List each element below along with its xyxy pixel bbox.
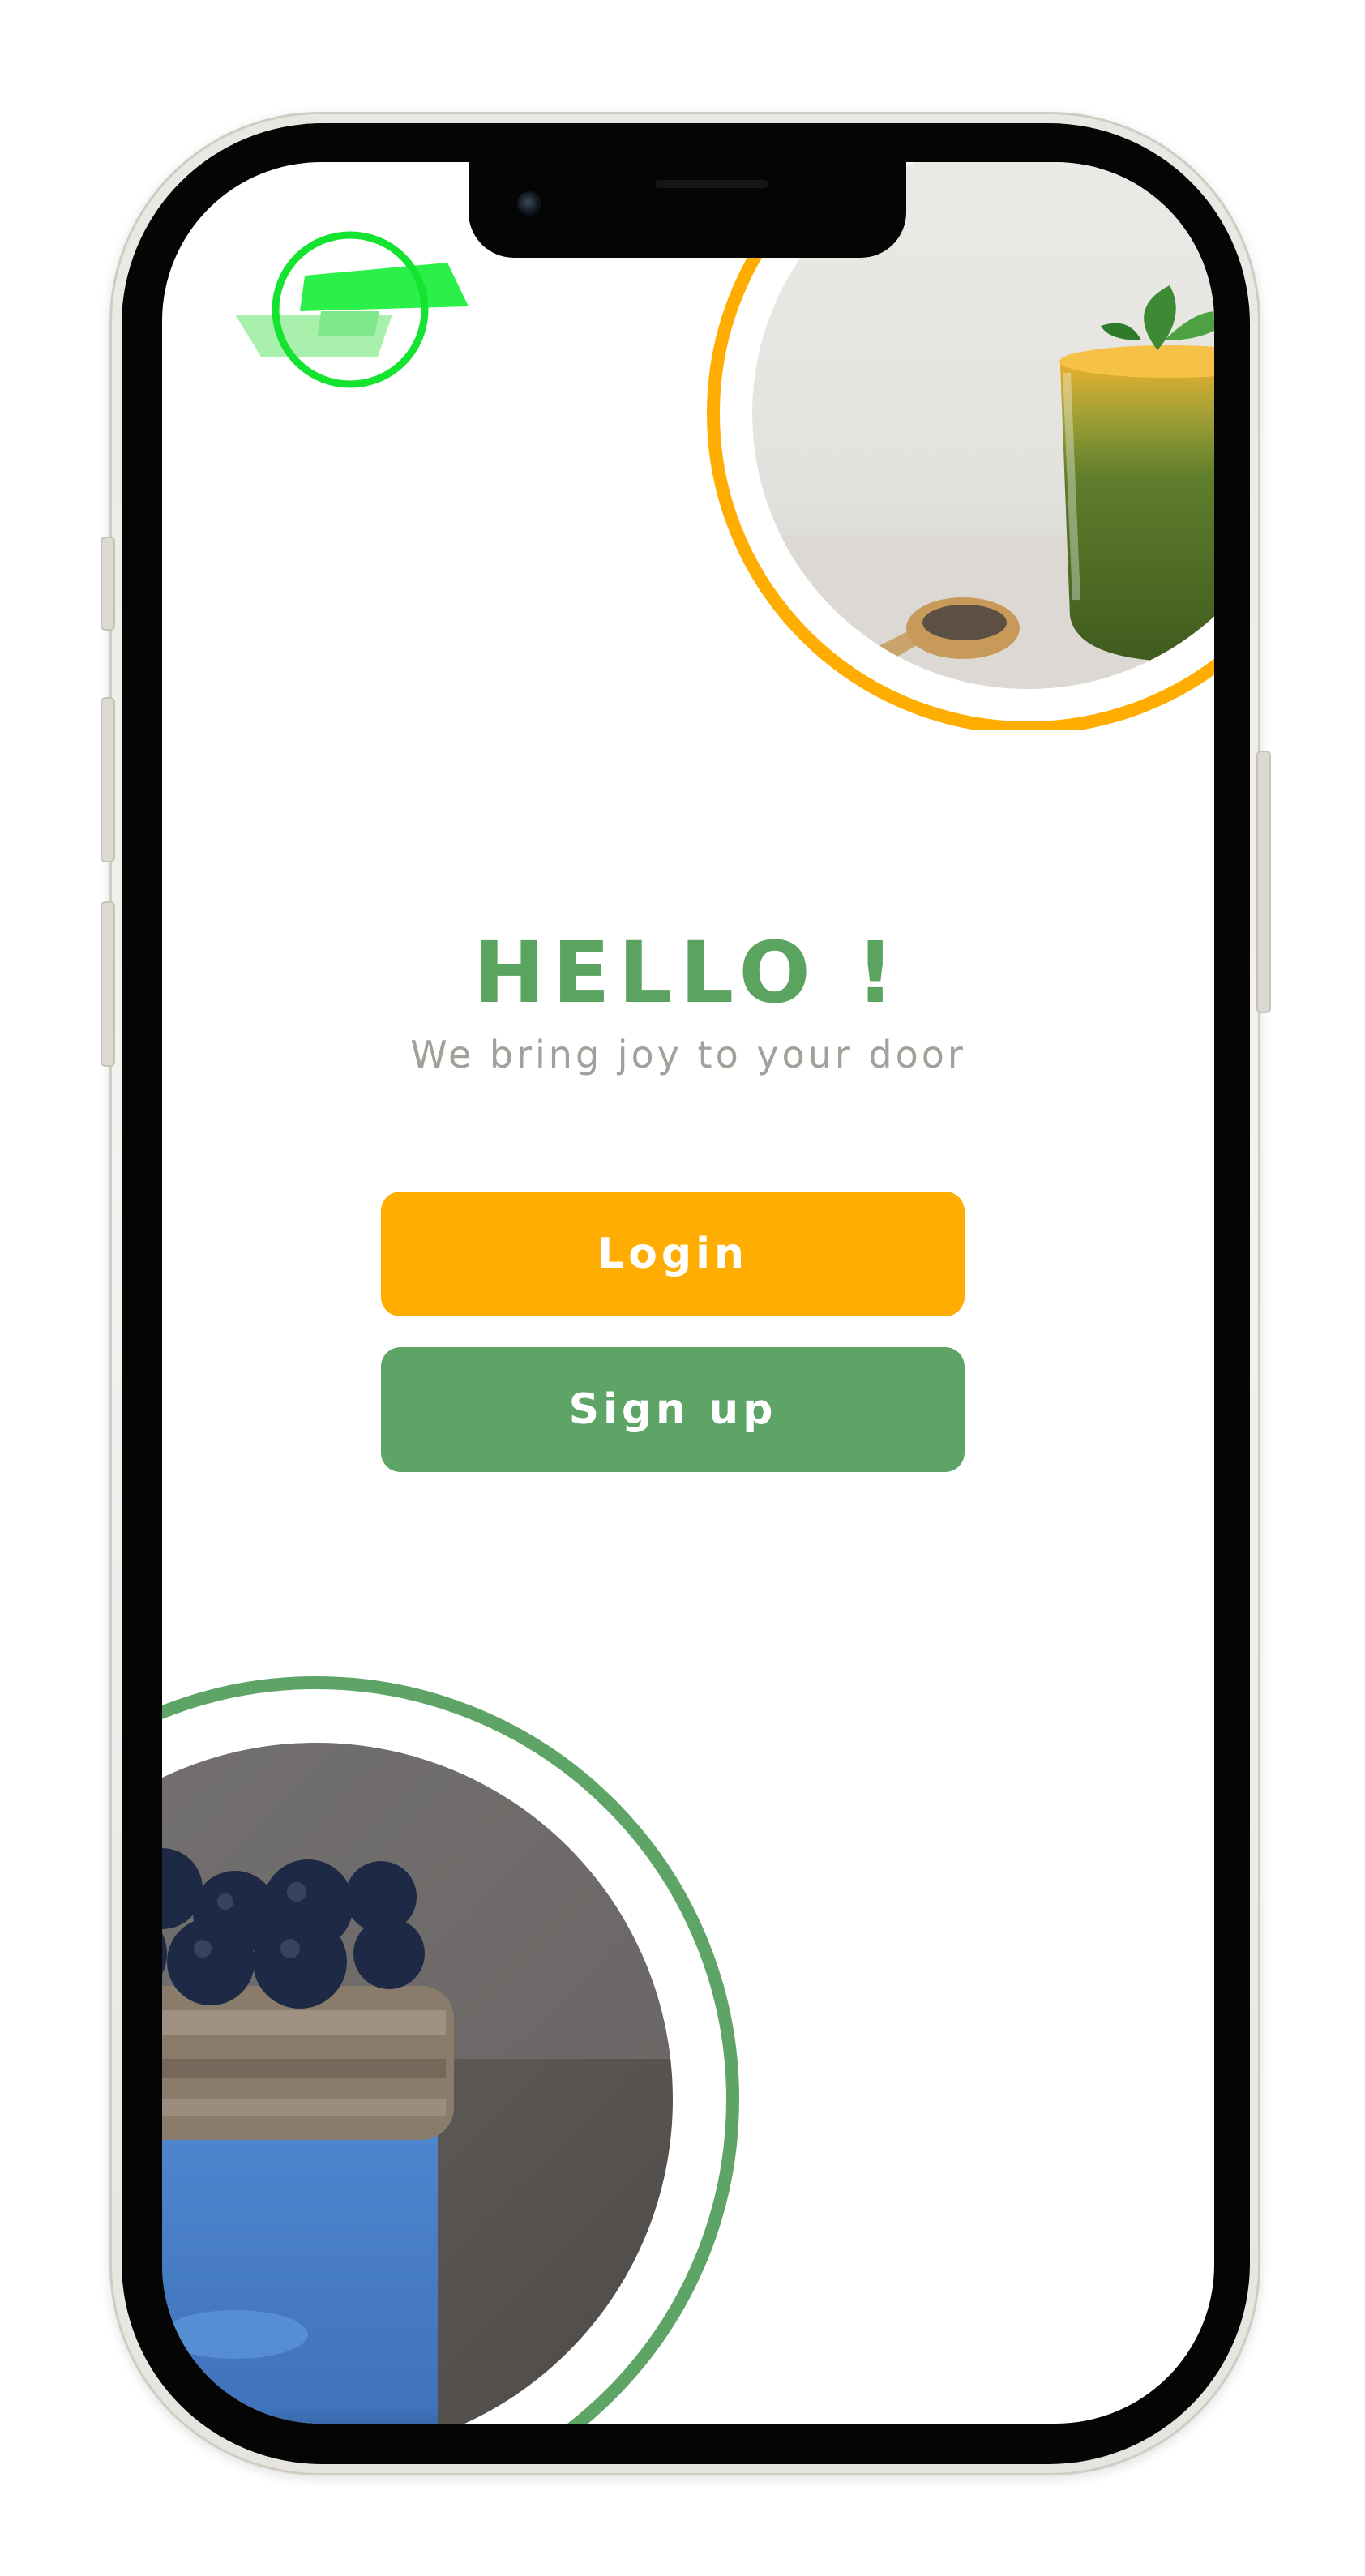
phone-power-button: [1256, 751, 1271, 1013]
login-button[interactable]: Login: [381, 1192, 965, 1316]
phone-notch: [469, 162, 906, 258]
phone-volume-down-button: [101, 901, 115, 1067]
phone-silent-switch: [101, 537, 115, 631]
signup-button[interactable]: Sign up: [381, 1347, 965, 1472]
phone-volume-up-button: [101, 697, 115, 862]
front-camera: [517, 191, 541, 216]
greeting-subtitle: We bring joy to your door: [410, 1033, 966, 1076]
app-screen: HELLO ! We bring joy to your door Login …: [162, 162, 1214, 2424]
earpiece-speaker: [655, 180, 768, 188]
app-logo-icon: [235, 231, 469, 388]
login-button-label: Login: [597, 1230, 748, 1278]
blueberry-jar-photo: [162, 1676, 739, 2424]
signup-button-label: Sign up: [568, 1385, 777, 1434]
greeting-title: HELLO !: [473, 923, 903, 1022]
